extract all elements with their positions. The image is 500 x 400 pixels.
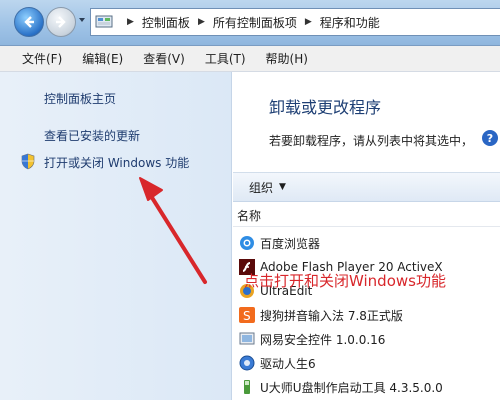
page-description: 若要卸载程序，请从列表中将其选中， [269,134,474,148]
menu-view[interactable]: 查看(V) [143,50,185,67]
arrow-right-icon [56,16,66,28]
annotation-text: 点击打开和关闭Windows功能 [244,272,446,290]
breadcrumb-control-panel[interactable]: 控制面板 [142,14,190,31]
program-name: U大师U盘制作启动工具 4.3.5.0.0 [260,380,443,395]
page-title: 卸载或更改程序 [269,98,382,117]
list-item[interactable]: 百度浏览器 [239,232,320,254]
left-nav-pane: 控制面板主页 查看已安装的更新 打开或关闭 Windows 功能 [0,72,232,400]
chevron-right-icon[interactable]: ▶ [305,17,312,27]
control-panel-icon [95,15,113,28]
address-bar[interactable]: ▶ 控制面板 ▶ 所有控制面板项 ▶ 程序和功能 [90,8,500,36]
chevron-right-icon[interactable]: ▶ [198,17,205,27]
control-panel-home-link[interactable]: 控制面板主页 [44,90,116,107]
programs-pane: 卸载或更改程序 若要卸载程序，请从列表中将其选中， ? 组织 ▼ 名称 百度浏览… [233,72,500,400]
command-bar: 组织 ▼ [233,172,500,202]
list-item[interactable]: 网易安全控件 1.0.0.16 [239,328,385,350]
usb-tool-icon [244,380,250,394]
menu-help[interactable]: 帮助(H) [266,50,308,67]
list-item[interactable]: U大师U盘制作启动工具 4.3.5.0.0 [239,376,443,398]
sogou-icon: S [239,307,255,323]
organize-button[interactable]: 组织 [249,179,273,196]
baidu-browser-icon [240,236,254,250]
forward-button[interactable] [46,7,76,37]
chevron-right-icon[interactable]: ▶ [127,17,134,27]
help-icon[interactable]: ? [482,130,498,146]
program-name: 网易安全控件 1.0.0.16 [260,332,386,347]
history-dropdown-icon[interactable] [78,16,86,24]
breadcrumb-programs[interactable]: 程序和功能 [320,14,380,31]
window-toolbar: ▶ 控制面板 ▶ 所有控制面板项 ▶ 程序和功能 [0,0,500,46]
program-name: 驱动人生6 [260,356,316,371]
breadcrumb-all-items[interactable]: 所有控制面板项 [213,14,297,31]
view-updates-link[interactable]: 查看已安装的更新 [44,127,140,144]
program-name: 百度浏览器 [260,236,321,251]
uac-shield-icon [21,153,35,170]
column-header-name[interactable]: 名称 [233,207,500,227]
breadcrumb: ▶ 控制面板 ▶ 所有控制面板项 ▶ 程序和功能 [119,14,380,31]
netease-icon [239,332,255,345]
list-item[interactable]: S 搜狗拼音输入法 7.8正式版 [239,304,403,326]
driver-icon [239,355,255,371]
chevron-down-icon[interactable]: ▼ [279,182,286,192]
svg-text:S: S [243,309,251,323]
program-name: 搜狗拼音输入法 7.8正式版 [260,308,403,323]
menu-tools[interactable]: 工具(T) [205,50,246,67]
menu-edit[interactable]: 编辑(E) [82,50,123,67]
menu-bar: 文件(F) 编辑(E) 查看(V) 工具(T) 帮助(H) [0,46,500,72]
windows-features-link[interactable]: 打开或关闭 Windows 功能 [44,154,189,171]
arrow-left-icon [24,16,34,28]
menu-file[interactable]: 文件(F) [22,50,62,67]
back-button[interactable] [14,7,44,37]
list-item[interactable]: 驱动人生6 [239,352,316,374]
